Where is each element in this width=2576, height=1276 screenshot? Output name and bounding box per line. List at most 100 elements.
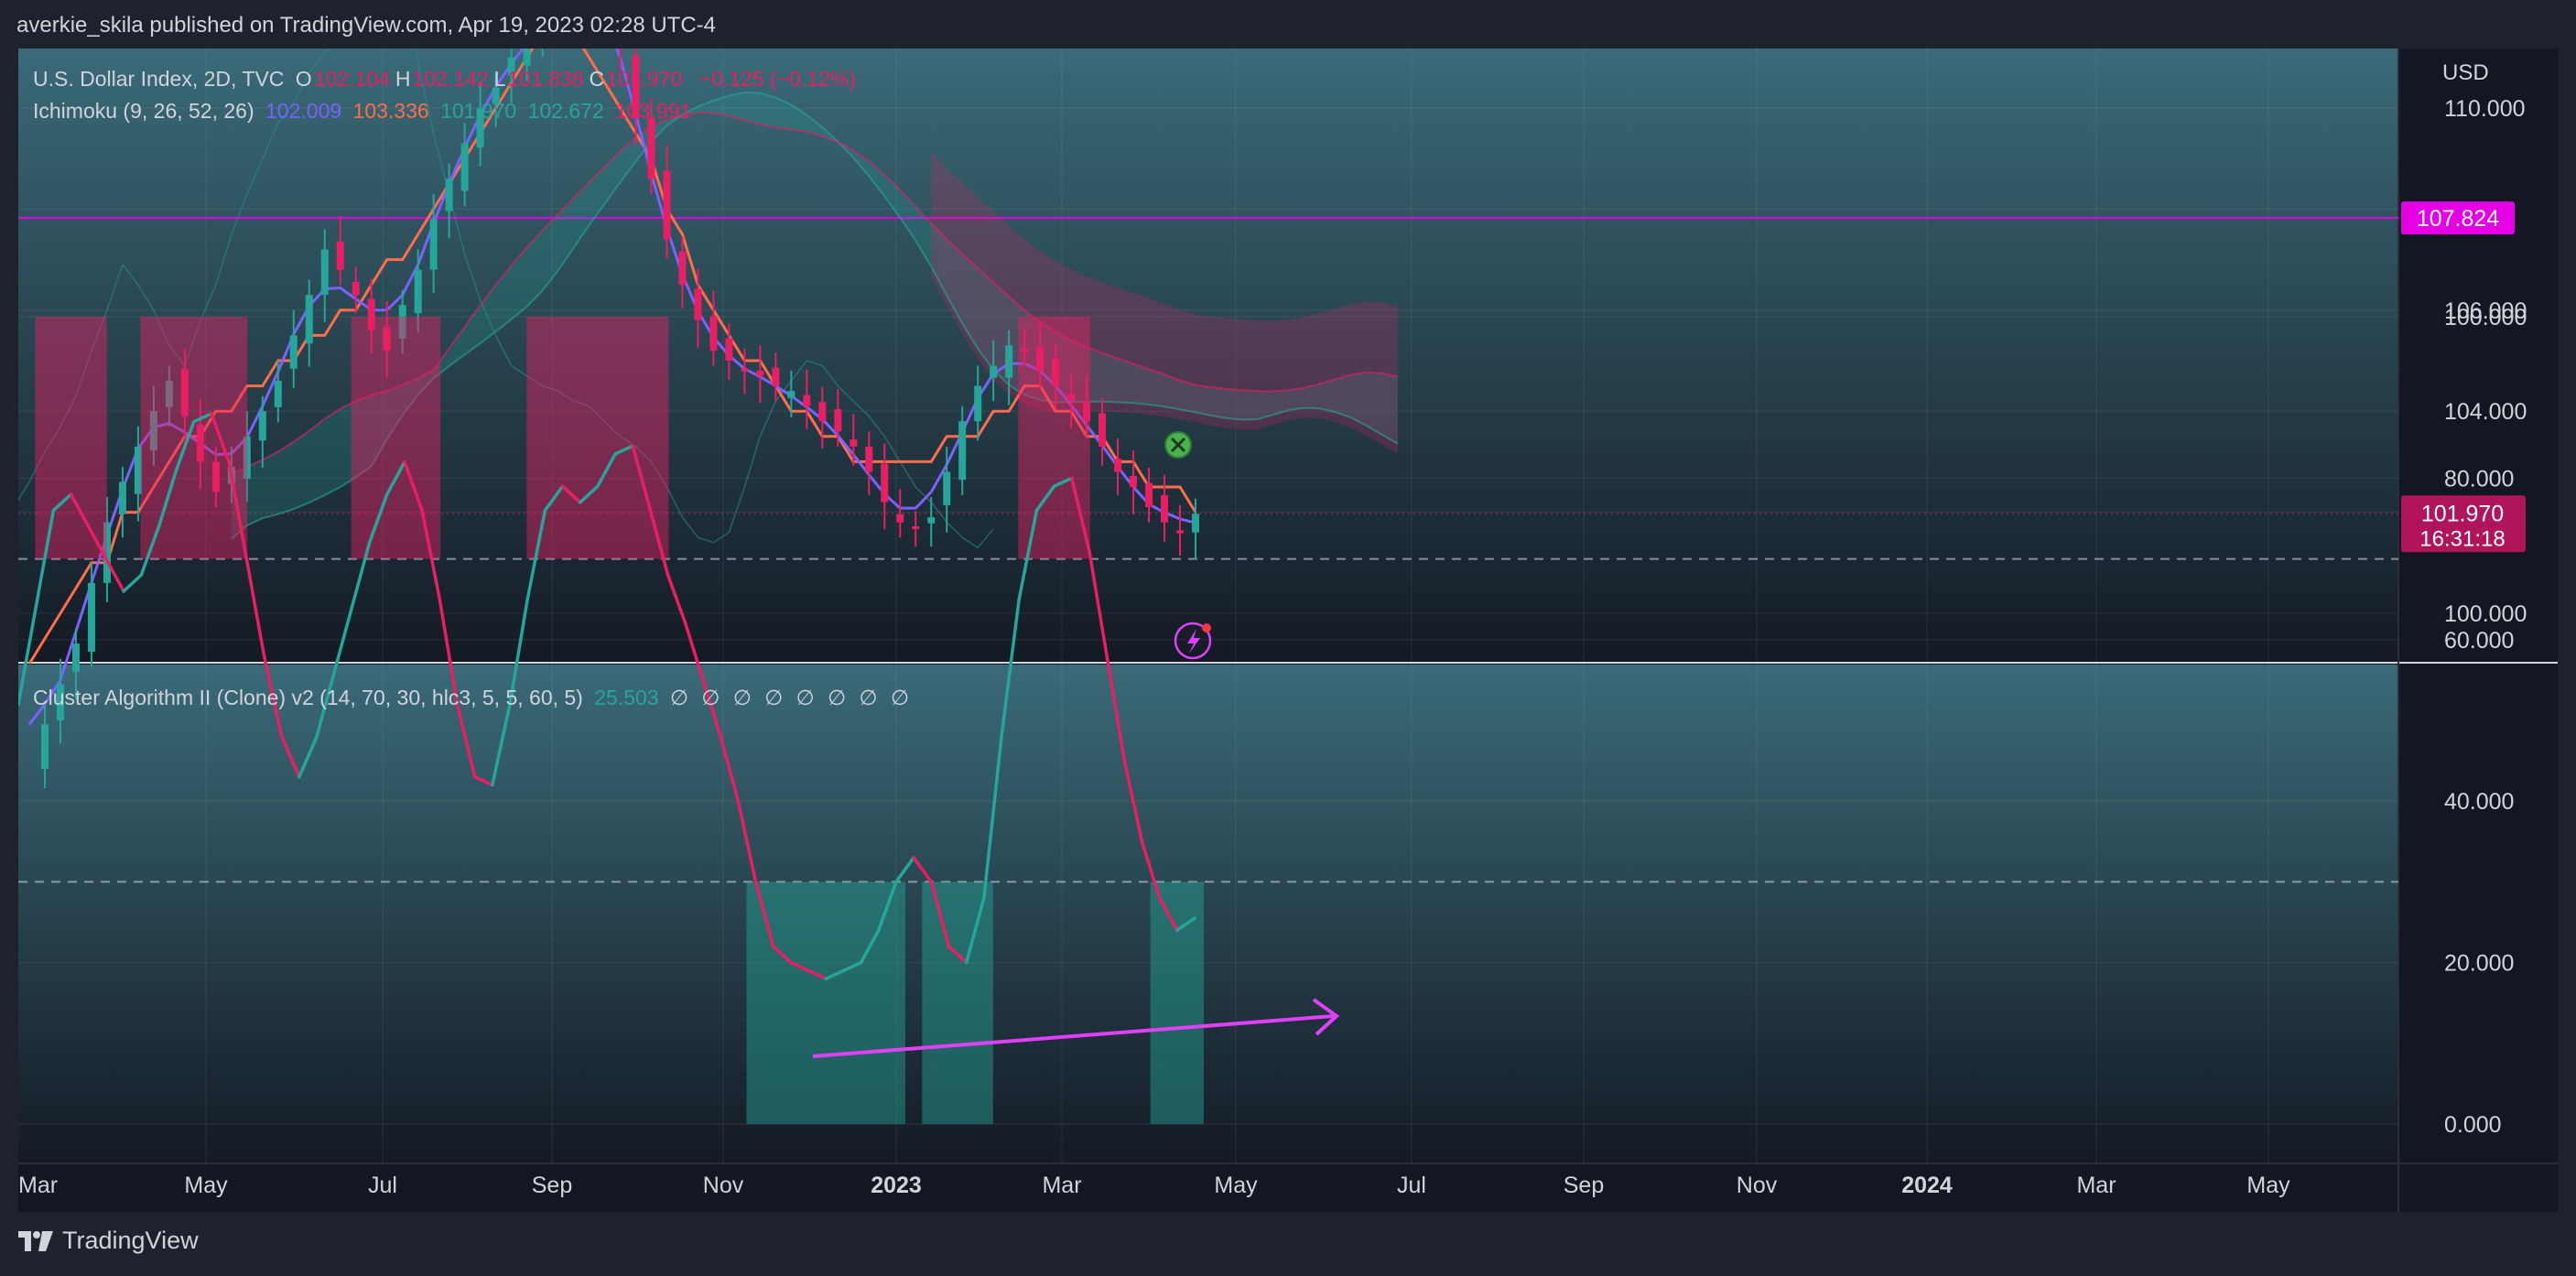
ichimoku-value-kijun: 103.336 [352,99,429,123]
indicator-tick-label: 80.000 [2444,466,2514,492]
publisher-header: averkie_skila published on TradingView.c… [16,13,717,38]
candle-body [460,143,469,191]
indicator-value: 25.503 [594,686,659,709]
ohlc-key: H [395,67,411,91]
candle-body [709,316,718,351]
overbought-zone-box [526,317,669,559]
candle-body [974,385,982,422]
indicator-tick-label: 100.000 [2444,305,2527,330]
chart-svg[interactable]: Mar May Jul Sep Nov 2023 Mar May Jul Sep Nov 2024 Ma… [0,0,2558,1212]
horizontal-line-price-text: 107.824 [2417,206,2499,232]
indicator-empty-values: ∅ ∅ ∅ ∅ ∅ ∅ ∅ ∅ [669,686,913,709]
symbol-label: U.S. Dollar Index, 2D, TVC [33,67,285,91]
candle-body [1145,482,1153,508]
candle-body [523,37,531,66]
price-tick-label: 104.000 [2444,399,2527,425]
candle-body [818,402,827,422]
candle-body [1005,345,1013,378]
time-tick-label: Jul [1397,1173,1426,1198]
candle-body [305,295,313,344]
chart-area[interactable]: Mar May Jul Sep Nov 2023 Mar May Jul Sep Nov 2024 Ma… [0,0,2558,1212]
candle-body [258,411,266,441]
candle-body [741,368,749,372]
time-tick-label: Mar [1042,1173,1081,1198]
time-tick-label: Mar [18,1173,58,1198]
countdown-text: 16:31:18 [2419,526,2505,551]
ohlc-key: O [295,67,312,91]
ichimoku-legend[interactable]: Ichimoku (9, 26, 52, 26) 102.009 103.336… [33,99,697,124]
overbought-zone-box [35,317,107,559]
candle-body [1192,514,1199,533]
price-tick-label: 100.000 [2444,601,2527,627]
candle-body [694,288,702,320]
ichimoku-value-tenkan: 102.009 [265,99,342,123]
candle-body [445,178,453,211]
tradingview-logo-icon [18,1230,53,1251]
ohlc-key: L [493,67,506,91]
ohlc-value: 102.104 [313,67,390,91]
footer: TradingView [18,1227,199,1255]
candle-body [1130,475,1138,487]
candle-body [772,367,780,386]
ichimoku-value-span-b: 103.991 [615,99,692,123]
indicator-pane-bg [18,665,2398,1163]
price-tick-label: 110.000 [2444,96,2526,122]
candle-body [647,118,655,179]
time-tick-label: 2024 [1901,1173,1953,1198]
ohlc-value: 101.838 [507,67,584,91]
candle-body [927,517,936,524]
candle-body [87,582,95,652]
candle-body [71,643,80,673]
overbought-zone-box [140,317,248,559]
candle-body [803,395,811,406]
candle-body [943,471,951,505]
ohlc-values: O102.104 H102.142 L101.838 C101.970 [296,67,688,91]
candle-body [865,446,873,472]
candle-body [274,381,282,407]
indicator-tick-label: 40.000 [2444,789,2514,815]
last-price-text: 101.970 [2421,501,2504,526]
time-tick-label: Jul [368,1173,397,1198]
indicator-tick-label: 20.000 [2444,951,2514,977]
candle-body [678,251,687,286]
footer-brand: TradingView [62,1227,199,1254]
ohlc-value: 102.142 [412,67,489,91]
candle-body [990,365,998,378]
ohlc-key: C [589,67,605,91]
candle-body [1161,494,1169,523]
indicator-tick-label: 0.000 [2444,1112,2502,1138]
candle-body [320,249,329,296]
candle-body [289,335,298,369]
currency-label: USD [2442,60,2489,85]
candle-body [1114,459,1122,472]
candle-body [429,219,438,270]
overbought-zone-box [1018,317,1090,559]
oversold-zone-box [922,881,993,1124]
time-tick-label: Nov [703,1173,744,1198]
candle-body [414,269,422,314]
time-tick-label: May [2246,1173,2290,1198]
candle-body [850,439,858,447]
candle-body [118,481,126,514]
ichimoku-value-span-a: 102.672 [527,99,604,123]
time-tick-label: Nov [1737,1173,1778,1198]
main-legend[interactable]: U.S. Dollar Index, 2D, TVC O102.104 H102.… [33,67,861,92]
indicator-legend[interactable]: Cluster Algorithm II (Clone) v2 (14, 70,… [33,686,918,710]
time-tick-label: Sep [1564,1173,1604,1198]
time-tick-label: May [184,1173,228,1198]
time-tick-label: Sep [532,1173,572,1198]
indicator-tick-label: 60.000 [2444,628,2514,654]
candle-body [663,170,671,240]
candle-body [881,463,889,503]
candle-body [896,514,904,523]
candle-body [756,371,764,376]
alert-marker-icon[interactable] [1164,431,1192,459]
indicator-label: Cluster Algorithm II (Clone) v2 (14, 70,… [33,686,583,709]
candle-body [958,421,967,481]
change-value: −0.125 (−0.12%) [698,67,857,91]
candle-body [1176,530,1185,534]
candle-body [336,241,344,270]
candle-body [352,281,360,296]
ohlc-value: 101.970 [606,67,683,91]
time-tick-label: Mar [2076,1173,2116,1198]
